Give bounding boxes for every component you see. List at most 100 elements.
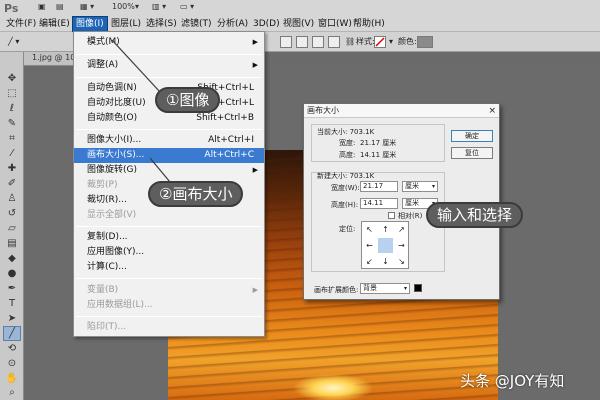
anchor-bottom-right-icon[interactable]: ↘ <box>394 254 409 269</box>
menu-item-apply-image[interactable]: 应用图像(Y)... <box>74 245 264 260</box>
submenu-arrow-icon: ▶ <box>252 166 258 174</box>
link-icon[interactable]: ⛓ <box>345 35 355 49</box>
style-dropdown-icon[interactable]: ▾ <box>389 35 393 49</box>
menu-filter[interactable]: 滤镜(T) <box>178 17 215 31</box>
menu-image[interactable]: 图像(I) <box>72 16 108 32</box>
clone-stamp-tool-icon[interactable]: ♙ <box>4 192 20 205</box>
menu-analysis[interactable]: 分析(A) <box>214 17 251 31</box>
menu-layer[interactable]: 图层(L) <box>108 17 144 31</box>
extension-color-select[interactable]: 背景 ▾ <box>360 283 410 294</box>
zoom-tool-icon[interactable]: ⌕ <box>4 386 20 399</box>
mode-new-shape-icon[interactable] <box>280 36 292 48</box>
hand-tool-icon[interactable]: ✋ <box>4 372 20 385</box>
submenu-arrow-icon: ▶ <box>252 61 258 69</box>
relative-checkbox[interactable] <box>388 212 395 219</box>
extension-color-swatch[interactable] <box>414 284 422 292</box>
menu-item-label: 调整(A) <box>87 60 119 70</box>
screen-mode-icon[interactable]: ▭ ▾ <box>180 2 194 15</box>
menu-item-adjustments[interactable]: 调整(A) ▶ <box>74 58 264 73</box>
move-tool-icon[interactable]: ✥ <box>4 72 20 85</box>
quick-select-tool-icon[interactable]: ✎ <box>4 117 20 130</box>
color-swatch[interactable] <box>417 36 433 48</box>
close-icon[interactable]: × <box>488 104 496 118</box>
width-unit-value: 厘米 <box>405 182 419 190</box>
3d-rotate-tool-icon[interactable]: ⟲ <box>4 342 20 355</box>
gradient-tool-icon[interactable]: ▤ <box>4 237 20 250</box>
zoom-dropdown-icon[interactable]: ▾ <box>135 2 139 15</box>
submenu-arrow-icon: ▶ <box>252 286 258 294</box>
width-unit-select[interactable]: 厘米 ▾ <box>402 181 438 192</box>
anchor-top-right-icon[interactable]: ↗ <box>394 222 409 237</box>
menu-help[interactable]: 帮助(H) <box>350 17 388 31</box>
reset-button[interactable]: 复位 <box>451 147 493 159</box>
menu-item-label: 计算(C)... <box>87 262 127 272</box>
menu-file[interactable]: 文件(F) <box>3 17 39 31</box>
eyedropper-tool-icon[interactable]: ⁄ <box>4 147 20 160</box>
history-brush-tool-icon[interactable]: ↺ <box>4 207 20 220</box>
mode-intersect-icon[interactable] <box>328 36 340 48</box>
line-tool-selected-icon[interactable]: ╱ <box>3 326 21 341</box>
menu-item-label: 图像旋转(G) <box>87 165 137 175</box>
launch-minibridge-icon[interactable]: ▤ <box>56 2 64 15</box>
width-field[interactable]: 21.17 <box>360 181 398 192</box>
chevron-down-icon: ▾ <box>403 285 407 292</box>
ok-button[interactable]: 确定 <box>451 130 493 142</box>
line-tool-icon[interactable]: ╱ ▾ <box>8 35 19 49</box>
current-width-value: 21.17 厘米 <box>360 139 397 147</box>
anchor-bottom-icon[interactable]: ↓ <box>378 254 393 269</box>
height-field[interactable]: 14.11 <box>360 198 398 209</box>
callout-step2: ②画布大小 <box>148 181 244 207</box>
mode-subtract-icon[interactable] <box>312 36 324 48</box>
anchor-top-icon[interactable]: ↑ <box>378 222 393 237</box>
dodge-tool-icon[interactable]: ● <box>4 267 20 280</box>
anchor-top-left-icon[interactable]: ↖ <box>362 222 377 237</box>
menu-item-image-size[interactable]: 图像大小(I)... Alt+Ctrl+I <box>74 133 264 148</box>
blur-tool-icon[interactable]: ◆ <box>4 252 20 265</box>
arrange-documents-icon[interactable]: ▥ ▾ <box>152 2 166 15</box>
dialog-title-bar[interactable]: 画布大小 × <box>304 104 499 118</box>
menu-window[interactable]: 窗口(W) <box>315 17 355 31</box>
menu-item-label: 图像大小(I)... <box>87 135 142 145</box>
menu-item-label: 自动颜色(O) <box>87 113 138 123</box>
submenu-arrow-icon: ▶ <box>252 38 258 46</box>
menu-view[interactable]: 视图(V) <box>280 17 317 31</box>
menu-item-mode[interactable]: 模式(M) ▶ <box>74 35 264 50</box>
eraser-tool-icon[interactable]: ▱ <box>4 222 20 235</box>
menu-3d[interactable]: 3D(D) <box>250 17 283 31</box>
menu-item-auto-color[interactable]: 自动颜色(O) Shift+Ctrl+B <box>74 111 264 126</box>
grid-view-icon[interactable]: ▦ ▾ <box>80 2 94 15</box>
zoom-level-select[interactable]: 100% <box>112 2 135 15</box>
menu-item-duplicate[interactable]: 复制(D)... <box>74 230 264 245</box>
crop-tool-icon[interactable]: ⌗ <box>4 132 20 145</box>
anchor-right-icon[interactable]: → <box>394 238 409 253</box>
anchor-center[interactable] <box>378 238 393 253</box>
menu-item-shortcut: Alt+Ctrl+C <box>204 150 254 160</box>
pen-tool-icon[interactable]: ✒ <box>4 282 20 295</box>
mode-add-icon[interactable] <box>296 36 308 48</box>
menu-item-calculations[interactable]: 计算(C)... <box>74 260 264 275</box>
marquee-tool-icon[interactable]: ⬚ <box>4 87 20 100</box>
anchor-left-icon[interactable]: ← <box>362 238 377 253</box>
healing-brush-tool-icon[interactable]: ✚ <box>4 162 20 175</box>
menu-item-image-rotation[interactable]: 图像旋转(G) ▶ <box>74 163 264 178</box>
menu-separator <box>76 77 262 78</box>
menu-item-label: 裁切(R)... <box>87 195 127 205</box>
menu-item-label: 模式(M) <box>87 37 120 47</box>
menu-item-trap: 陷印(T)... <box>74 320 264 335</box>
lasso-tool-icon[interactable]: ℓ <box>4 102 20 115</box>
3d-camera-tool-icon[interactable]: ⊙ <box>4 357 20 370</box>
menu-edit[interactable]: 编辑(E) <box>36 17 73 31</box>
menu-item-shortcut: Alt+Ctrl+I <box>208 135 254 145</box>
menu-item-label: 应用图像(Y)... <box>87 247 145 257</box>
path-select-tool-icon[interactable]: ➤ <box>4 312 20 325</box>
current-width-label: 宽度: <box>339 139 356 147</box>
menu-separator <box>76 316 262 317</box>
menu-item-canvas-size[interactable]: 画布大小(S)... Alt+Ctrl+C <box>74 148 264 163</box>
style-picker[interactable] <box>374 36 386 48</box>
menu-select[interactable]: 选择(S) <box>143 17 180 31</box>
type-tool-icon[interactable]: T <box>4 297 20 310</box>
brush-tool-icon[interactable]: ✐ <box>4 177 20 190</box>
launch-bridge-icon[interactable]: ▣ <box>38 2 46 15</box>
photoshop-logo: Ps <box>4 2 19 15</box>
anchor-bottom-left-icon[interactable]: ↙ <box>362 254 377 269</box>
